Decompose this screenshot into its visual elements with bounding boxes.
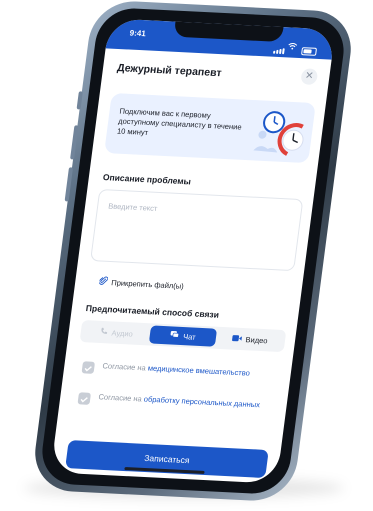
info-banner: Подключим вас к первому доступному специ… [104,92,316,164]
consent-prefix: Согласие на [102,361,149,373]
contact-option-video[interactable]: Видео [215,329,284,350]
clock-illustration-icon [247,104,312,159]
consent-personal-data-text: Согласие на обработку персональных данны… [98,392,261,410]
consent-medical: Согласие на медицинское вмешательство [81,360,277,383]
mute-switch [76,91,83,110]
problem-placeholder: Введите текст [107,201,159,213]
contact-method-selector: Аудио Чат Видео [79,319,287,353]
phone-screen: 9:41 Дежурный терапевт ✕ Подключим вас к… [50,18,336,484]
status-time: 9:41 [129,28,147,39]
banner-text: Подключим вас к первому доступному специ… [116,106,243,138]
volume-down-button [64,167,74,202]
attach-files-link[interactable]: Прикрепить файл(ы) [98,273,185,295]
checkmark-icon [79,389,89,407]
consent-personal-data-link[interactable]: обработку персональных данных [143,395,260,410]
chat-icon [170,330,180,340]
contact-section-title: Предпочитаемый способ связи [85,303,220,320]
attach-label: Прикрепить файл(ы) [110,277,185,291]
video-icon [231,334,242,344]
camera-notch [173,19,284,43]
problem-textarea[interactable]: Введите текст [90,188,304,272]
modal-title: Дежурный терапевт [116,62,223,80]
contact-option-audio[interactable]: Аудио [82,322,151,343]
submit-button[interactable]: Записаться [65,440,269,479]
contact-option-label: Чат [182,331,197,342]
paperclip-icon [98,273,109,291]
phone-bezel: 9:41 Дежурный терапевт ✕ Подключим вас к… [38,6,348,496]
close-icon: ✕ [304,70,315,82]
volume-up-button [70,125,79,160]
battery-icon [301,47,318,56]
consent-personal-data-checkbox[interactable] [77,389,92,407]
contact-option-label: Аудио [111,327,134,339]
signal-icon [273,48,285,55]
phone-icon [99,327,108,337]
checkmark-icon [83,358,93,376]
contact-option-label: Видео [245,334,269,345]
consent-medical-link[interactable]: медицинское вмешательство [147,364,250,378]
contact-option-chat[interactable]: Чат [148,325,218,347]
consent-prefix: Согласие на [97,392,145,404]
status-icons [273,36,318,56]
problem-section-title: Описание проблемы [102,172,192,187]
consent-medical-checkbox[interactable] [81,358,96,376]
consent-personal-data: Согласие на обработку персональных данны… [77,391,273,414]
phone-frame: 9:41 Дежурный терапевт ✕ Подключим вас к… [30,0,356,503]
wifi-icon [287,36,298,54]
product-render: 9:41 Дежурный терапевт ✕ Подключим вас к… [0,0,373,511]
consent-medical-text: Согласие на медицинское вмешательство [102,361,250,378]
close-button[interactable]: ✕ [300,68,319,86]
